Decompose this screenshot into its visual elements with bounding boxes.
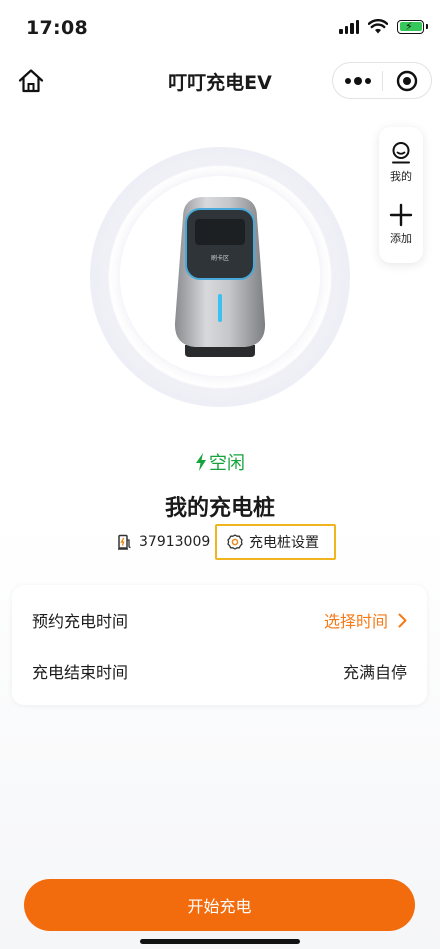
side-item-add[interactable]: 添加	[379, 203, 423, 263]
signal-icon	[339, 19, 359, 34]
side-panel: 我的 添加	[379, 127, 423, 263]
wifi-icon	[368, 19, 388, 34]
side-item-mine[interactable]: 我的	[379, 141, 423, 201]
home-indicator	[140, 939, 300, 944]
schedule-end-row: 充电结束时间 充满自停	[12, 645, 427, 697]
row-label: 充电结束时间	[32, 663, 129, 682]
schedule-start-row[interactable]: 预约充电时间 选择时间	[12, 594, 427, 646]
row-value: 选择时间	[323, 612, 388, 631]
more-button[interactable]	[333, 63, 382, 98]
lightning-icon	[196, 453, 206, 471]
select-time-link[interactable]: 选择时间	[324, 608, 407, 632]
schedule-card: 预约充电时间 选择时间 充电结束时间 充满自停	[12, 585, 427, 705]
settings-label: 充电桩设置	[249, 535, 319, 551]
app-screen: 17:08 ⚡ 叮叮充电EV 我的 添加 刷卡区 空闲 我的充电桩 379130…	[0, 0, 440, 949]
chevron-right-icon	[398, 613, 407, 627]
battery-charging-icon: ⚡	[397, 19, 428, 34]
charger-image: 刷卡区	[174, 197, 266, 357]
gear-icon	[227, 534, 243, 550]
state-text: 空闲	[209, 453, 245, 474]
plus-icon	[389, 203, 413, 227]
device-name: 我的充电桩	[164, 496, 275, 521]
charger-state: 空闲	[0, 449, 440, 475]
close-button[interactable]	[383, 63, 431, 98]
status-time: 17:08	[26, 17, 88, 39]
side-item-label: 我的	[390, 170, 412, 183]
row-value: 充满自停	[342, 663, 407, 682]
status-icons: ⚡	[339, 19, 428, 34]
side-item-label: 添加	[390, 232, 412, 245]
status-bar: 17:08 ⚡	[0, 0, 440, 56]
device-id-text: 37913009	[139, 534, 211, 550]
charger-settings-button[interactable]: 充电桩设置	[215, 524, 336, 560]
profile-icon	[392, 142, 410, 164]
charger-screen-text: 刷卡区	[211, 254, 229, 262]
device-id: 37913009	[117, 534, 210, 550]
close-target-icon	[396, 70, 418, 91]
nav-bar: 叮叮充电EV	[0, 56, 440, 106]
row-label: 预约充电时间	[32, 612, 129, 631]
mini-program-capsule	[332, 62, 432, 99]
charger-pile-icon	[118, 534, 131, 550]
start-charging-button[interactable]: 开始充电	[24, 879, 415, 931]
